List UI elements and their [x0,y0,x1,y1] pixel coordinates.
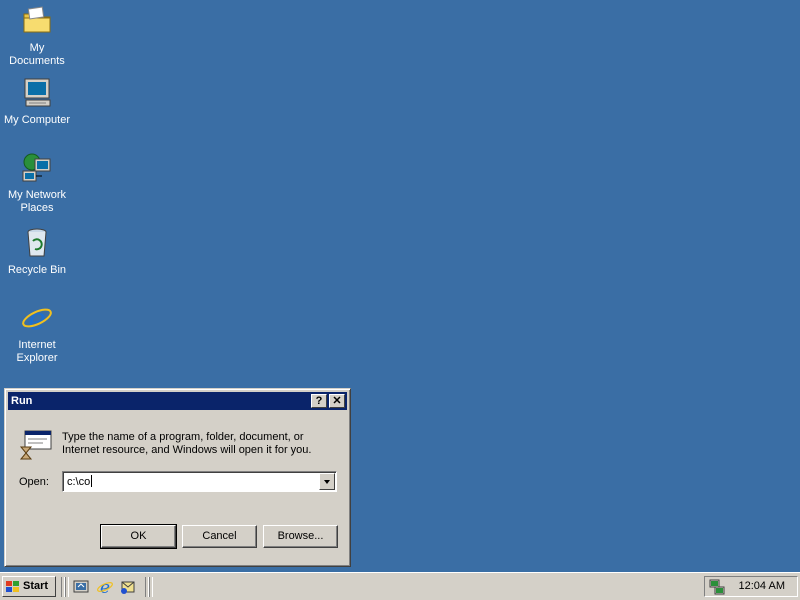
ok-button[interactable]: OK [100,524,177,549]
recycle-bin-icon [27,228,47,257]
run-dialog: Run ? ✕ Type the name of a program, fold… [4,388,351,567]
dialog-title: Run [11,395,33,407]
show-desktop-icon[interactable] [72,578,90,596]
close-button[interactable]: ✕ [329,394,345,408]
desktop-icon-label-line2: Places [20,202,54,214]
taskbar: Start e 12:04 AM [0,572,800,600]
computer-icon [24,78,51,107]
clock[interactable]: 12:04 AM [739,580,785,592]
taskbar-separator [149,577,153,597]
chevron-down-icon[interactable] [319,473,335,490]
outlook-express-icon[interactable] [119,578,137,596]
open-combobox[interactable]: c:\co [62,471,337,492]
internet-explorer-icon: e [22,302,52,335]
svg-text:e: e [100,578,110,596]
browse-button[interactable]: Browse... [263,525,338,548]
system-tray: 12:04 AM [704,576,798,597]
desktop-icon-my-documents[interactable]: My Documents [0,4,74,68]
desktop-icon-label: My Documents [9,42,65,67]
cancel-button[interactable]: Cancel [182,525,257,548]
desktop-icon-label: My Network [7,189,67,201]
run-description: Type the name of a program, folder, docu… [62,431,312,456]
windows-logo-icon [6,581,19,592]
desktop-icon-internet-explorer[interactable]: e Internet Explorer [0,301,74,365]
folder-icon [23,6,51,33]
help-button[interactable]: ? [311,394,327,408]
text-caret [91,475,93,487]
desktop-icon-my-network-places[interactable]: My Network Places [0,151,74,215]
desktop-icon-label: My Computer [3,114,71,126]
desktop-icon-label: Recycle Bin [7,264,67,276]
open-label: Open: [19,476,49,488]
desktop-icon-my-computer[interactable]: My Computer [0,76,74,127]
desktop-icon-label: Internet [18,339,56,351]
run-dialog-titlebar[interactable]: Run ? ✕ [8,392,347,410]
run-program-icon [19,430,52,460]
internet-explorer-icon[interactable]: e [96,578,114,596]
desktop-icon-recycle-bin[interactable]: Recycle Bin [0,226,74,277]
network-status-icon[interactable] [708,578,726,596]
network-icon [22,153,51,182]
desktop-icon-label-line2: Explorer [16,352,58,364]
open-input[interactable]: c:\co [67,475,93,488]
svg-text:e: e [28,302,46,335]
start-button[interactable]: Start [2,576,56,597]
taskbar-separator [65,577,69,597]
start-label: Start [23,580,49,592]
